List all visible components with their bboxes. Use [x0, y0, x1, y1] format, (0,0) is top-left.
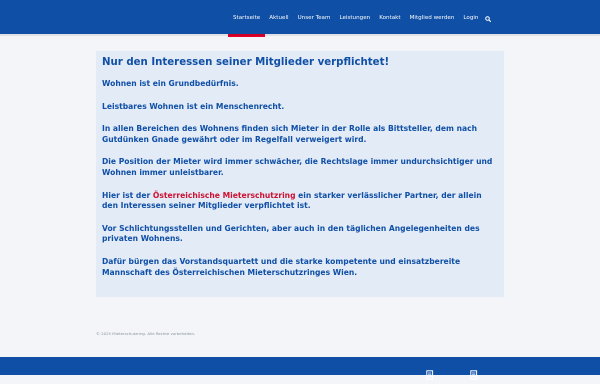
- paragraph-1: Wohnen ist ein Grundbedürfnis.: [102, 79, 239, 88]
- organization-highlight: Österreichische Mieterschutzring: [152, 190, 296, 200]
- nav-item-kontakt[interactable]: Kontakt: [379, 16, 400, 22]
- paragraph-6: Vor Schlichtungsstellen und Gerichten, a…: [102, 223, 480, 244]
- nav-item-aktuell[interactable]: Aktuell: [269, 16, 288, 22]
- paragraph-5: Hier ist der Österreichische Mieterschut…: [102, 191, 499, 212]
- copyright-notice: © 2025 Mieterschutzring. Alle Rechte vor…: [96, 331, 196, 336]
- search-icon[interactable]: [485, 16, 492, 22]
- paragraph-2: Leistbares Wohnen ist ein Menschenrecht.: [102, 101, 285, 111]
- footer-bar: [0, 357, 600, 380]
- top-navigation-bar: Startseite Aktuell Unser Team Leistungen…: [0, 0, 600, 36]
- page-headline: Nur den Interessen seiner Mitglieder ver…: [102, 57, 390, 68]
- paragraph-4: Die Position der Mieter wird immer schwä…: [102, 157, 493, 177]
- nav-item-mitglied-werden[interactable]: Mitglied werden: [410, 16, 455, 22]
- nav-item-startseite[interactable]: Startseite: [227, 16, 266, 36]
- intro-content-box: Nur den Interessen seiner Mitglieder ver…: [96, 51, 504, 297]
- main-nav: Startseite Aktuell Unser Team Leistungen…: [227, 13, 492, 36]
- paragraph-7: Dafür bürgen das Vorstandsquartett und d…: [102, 256, 461, 277]
- nav-item-unser-team[interactable]: Unser Team: [298, 16, 331, 22]
- nav-item-login[interactable]: Login: [463, 16, 478, 22]
- nav-item-leistungen[interactable]: Leistungen: [339, 16, 370, 22]
- paragraph-5-text-before: Hier ist der: [102, 190, 153, 200]
- paragraph-3: In allen Bereichen des Wohnens finden si…: [102, 124, 478, 144]
- document-icon[interactable]: [426, 365, 434, 380]
- document-icon[interactable]: [470, 365, 478, 380]
